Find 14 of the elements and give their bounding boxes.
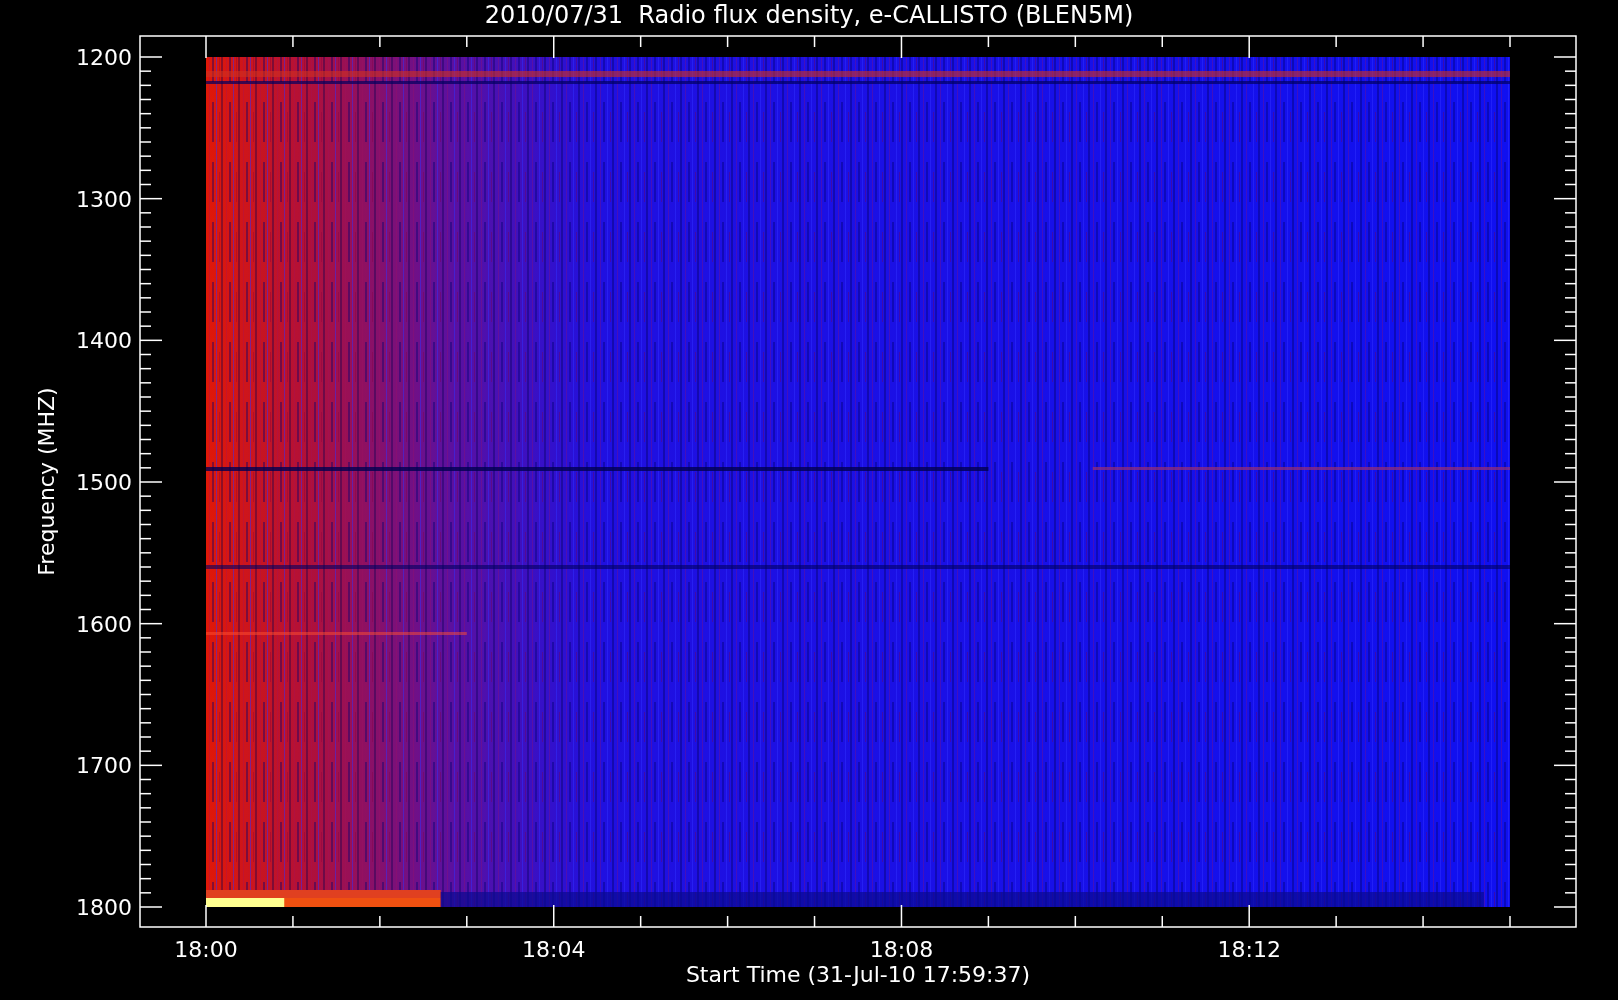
axis-label: 1600: [76, 611, 132, 637]
axis-label: 18:04: [522, 937, 586, 962]
axis-label: 1300: [76, 186, 132, 212]
axis-title: Frequency (MHZ): [34, 387, 59, 576]
axis-label: 1400: [76, 328, 132, 354]
axis-title: Start Time (31-Jul-10 17:59:37): [685, 962, 1031, 987]
axis-label: 18:00: [174, 937, 238, 962]
axis-label: 18:12: [1217, 937, 1281, 962]
axis-label: 18:08: [869, 937, 934, 962]
chart-title: 2010/07/31 Radio flux density, e-CALLISTO (BLEN5M): [484, 0, 1134, 31]
axis-label: 1500: [76, 470, 132, 495]
axis-label: 1800: [76, 895, 132, 920]
axis-label: 1200: [76, 45, 132, 70]
axis-label: 1700: [76, 753, 132, 779]
